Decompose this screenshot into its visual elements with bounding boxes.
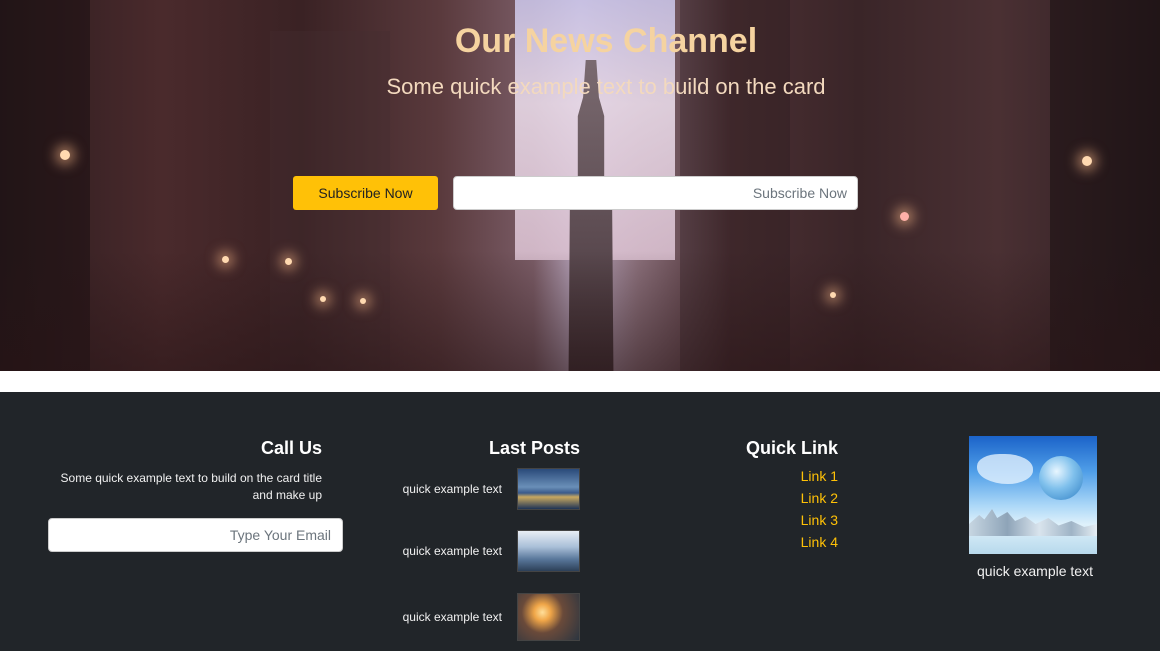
city-skyline-night-thumbnail[interactable]	[517, 468, 580, 510]
world-map-shape	[977, 454, 1033, 484]
street-light	[320, 296, 326, 302]
footer: Call Us Some quick example text to build…	[0, 392, 1160, 651]
hero-title: Our News Channel	[454, 22, 758, 60]
city-skyscrapers-thumbnail[interactable]	[517, 530, 580, 572]
feature-caption: quick example text	[977, 563, 1093, 579]
subscribe-button[interactable]: Subscribe Now	[293, 176, 438, 210]
street-light	[1082, 156, 1092, 166]
city-skyline-shape	[969, 509, 1097, 536]
globe-city-image	[969, 436, 1097, 554]
hero-street	[0, 251, 1160, 371]
hero-banner: Our News Channel Some quick example text…	[0, 0, 1160, 371]
quick-link-1[interactable]: Link 1	[740, 468, 838, 484]
lightbulb-thumbnail[interactable]	[517, 593, 580, 641]
post-item[interactable]: quick example text	[390, 593, 580, 641]
traffic-light	[900, 212, 909, 221]
globe-icon	[1039, 456, 1083, 500]
post-item[interactable]: quick example text	[390, 468, 580, 510]
street-light	[360, 298, 366, 304]
quick-link-2[interactable]: Link 2	[740, 490, 838, 506]
hero-subtitle: Some quick example text to build on the …	[386, 74, 826, 99]
email-field[interactable]	[48, 518, 343, 552]
last-posts-title: Last Posts	[488, 438, 580, 458]
quick-link-4[interactable]: Link 4	[740, 534, 838, 550]
call-us-title: Call Us	[260, 438, 322, 458]
post-item[interactable]: quick example text	[390, 530, 580, 572]
quick-link-3[interactable]: Link 3	[740, 512, 838, 528]
street-light	[830, 292, 836, 298]
subscribe-input[interactable]	[453, 176, 858, 210]
call-us-text: Some quick example text to build on the …	[60, 471, 322, 502]
street-light	[222, 256, 229, 263]
street-light	[285, 258, 292, 265]
post-text[interactable]: quick example text	[403, 593, 502, 641]
quick-link-title: Quick Link	[745, 438, 838, 458]
post-text[interactable]: quick example text	[403, 468, 502, 510]
post-text[interactable]: quick example text	[403, 530, 502, 572]
street-light	[60, 150, 70, 160]
